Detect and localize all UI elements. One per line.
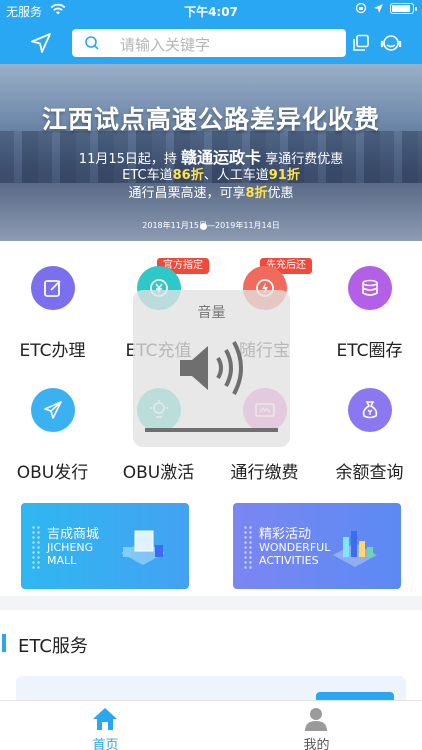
banner-line-3: 通行昌栗高速，可享8折优惠 bbox=[128, 186, 294, 201]
card-subtitle: JICHENG MALL bbox=[47, 541, 94, 567]
tab-label: 首页 bbox=[92, 738, 119, 750]
promo-banner[interactable]: 江西试点高速公路差异化收费 11月15日起，持 赣通运政卡 享通行费优惠 ETC… bbox=[0, 64, 422, 241]
section-title: ETC服务 bbox=[18, 636, 88, 657]
speaker-icon bbox=[180, 341, 243, 395]
card-title: 吉成商城 bbox=[47, 527, 100, 542]
grid-label: ETC圈存 bbox=[336, 341, 403, 361]
obu-issue-circle bbox=[31, 388, 75, 432]
paper-plane-icon bbox=[44, 401, 62, 419]
tab-bar: 首页 我的 bbox=[0, 700, 422, 750]
volume-level-bar bbox=[145, 428, 278, 432]
grid-label: OBU激活 bbox=[122, 463, 195, 483]
balance-query-circle bbox=[348, 388, 392, 432]
grid-label: ETC办理 bbox=[19, 341, 86, 361]
grid-label: OBU发行 bbox=[16, 463, 89, 483]
grid-label: 余额查询 bbox=[335, 463, 404, 483]
volume-overlay: 音量 bbox=[133, 290, 290, 447]
card-subtitle: WONDERFUL ACTIVITIES bbox=[259, 541, 331, 567]
location-icon[interactable] bbox=[30, 32, 52, 54]
mall-card[interactable]: 吉成商城 JICHENG MALL bbox=[21, 503, 189, 589]
section-divider bbox=[0, 596, 422, 610]
grid-label: 通行缴费 bbox=[230, 463, 299, 483]
home-icon bbox=[93, 708, 117, 730]
tab-home[interactable]: 首页 bbox=[0, 701, 211, 750]
tab-mine[interactable]: 我的 bbox=[211, 701, 422, 750]
money-bag-icon bbox=[362, 401, 378, 419]
activities-card[interactable]: 精彩活动 WONDERFUL ACTIVITIES bbox=[233, 503, 401, 589]
copy-icon[interactable] bbox=[352, 34, 370, 52]
location-arrow-icon bbox=[374, 3, 383, 13]
customer-service-icon[interactable] bbox=[380, 32, 402, 54]
search-placeholder: 请输入关键字 bbox=[120, 36, 211, 54]
status-bar: 无服务 下午4:07 bbox=[0, 0, 422, 20]
card-dots bbox=[243, 525, 253, 571]
battery-icon bbox=[390, 2, 417, 14]
etc-apply-circle bbox=[31, 266, 75, 310]
banner-line-2: ETC车道86折、人工车道91折 bbox=[122, 168, 300, 183]
card-title: 精彩活动 bbox=[259, 527, 312, 542]
grid-item-obu-issue[interactable]: OBU发行 bbox=[0, 388, 105, 498]
section-accent-bar bbox=[2, 634, 6, 652]
coins-icon bbox=[362, 279, 378, 296]
grid-item-balance-query[interactable]: 余额查询 bbox=[317, 388, 422, 498]
banner-title: 江西试点高速公路差异化收费 bbox=[41, 105, 380, 134]
search-input[interactable]: 请输入关键字 bbox=[72, 29, 346, 57]
tab-label: 我的 bbox=[303, 738, 330, 750]
grid-item-etc-apply[interactable]: ETC办理 bbox=[0, 266, 105, 376]
etc-load-circle bbox=[348, 266, 392, 310]
banner-page-indicator[interactable] bbox=[200, 223, 207, 230]
volume-title: 音量 bbox=[197, 305, 226, 321]
activities-illustration bbox=[333, 531, 377, 567]
edit-icon bbox=[44, 280, 61, 297]
orientation-lock-icon bbox=[355, 2, 367, 14]
grid-item-etc-load[interactable]: ETC圈存 bbox=[317, 266, 422, 376]
top-bar: 无服务 下午4:07 请输入关键字 bbox=[0, 0, 422, 64]
search-icon bbox=[85, 36, 99, 50]
user-icon bbox=[305, 708, 327, 731]
mall-illustration bbox=[121, 530, 165, 565]
banner-date-range: 2018年11月15日—2019年11月14日 bbox=[142, 221, 280, 230]
card-dots bbox=[31, 525, 41, 571]
